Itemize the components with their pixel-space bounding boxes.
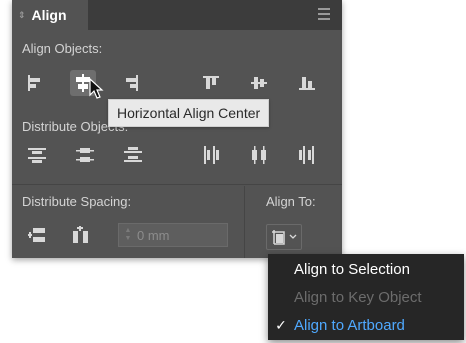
horizontal-distribute-right-button[interactable] (294, 142, 320, 168)
section-divider-vertical (244, 186, 245, 258)
spacing-stepper[interactable]: ▲ ▼ (119, 224, 137, 246)
mouse-cursor-icon (89, 78, 104, 99)
align-panel: ⇕ Align Align Objects: Distribute Object… (12, 0, 342, 258)
menu-item-label: Align to Selection (294, 260, 410, 278)
horizontal-align-right-button[interactable] (118, 70, 144, 96)
horizontal-distribute-left-button[interactable] (198, 142, 224, 168)
vertical-align-top-button[interactable] (198, 70, 224, 96)
align-top-icon (203, 76, 219, 89)
menu-item-label: Align to Key Object (294, 288, 422, 306)
tab-grip-icon[interactable]: ⇕ (18, 10, 26, 20)
vertical-align-center-button[interactable] (246, 70, 272, 96)
distribute-hcenter-icon (252, 146, 266, 164)
section-divider (12, 184, 342, 185)
tooltip: Horizontal Align Center (108, 99, 270, 127)
panel-header: ⇕ Align (12, 0, 342, 30)
distribute-vcenter-icon (76, 148, 94, 162)
distribute-top-icon (28, 148, 46, 163)
distribute-left-icon (204, 146, 219, 164)
menu-item-align-to-artboard[interactable]: ✓ Align to Artboard (268, 311, 464, 339)
align-to-dropdown-button[interactable] (266, 224, 302, 250)
align-objects-label: Align Objects: (22, 41, 103, 56)
align-bottom-icon (299, 77, 315, 90)
tab-title: Align (31, 7, 67, 23)
menu-item-label: Align to Artboard (294, 316, 405, 334)
menu-item-align-to-key-object: Align to Key Object (268, 283, 464, 311)
distribute-spacing-label: Distribute Spacing: (22, 194, 132, 209)
align-left-icon (28, 75, 40, 91)
horizontal-distribute-center-button[interactable] (246, 142, 272, 168)
stepper-down-icon[interactable]: ▼ (125, 235, 132, 243)
chevron-down-icon (289, 234, 297, 239)
distribute-right-icon (299, 146, 314, 164)
vertical-distribute-center-button[interactable] (72, 142, 98, 168)
hamburger-line (318, 13, 330, 15)
align-to-menu: Align to Selection Align to Key Object ✓… (268, 254, 464, 340)
checkmark-icon: ✓ (275, 316, 287, 333)
vertical-align-bottom-button[interactable] (294, 70, 320, 96)
vertical-distribute-space-button[interactable] (24, 222, 50, 248)
align-middle-icon (251, 77, 267, 89)
distribute-spacing-input[interactable] (137, 227, 223, 243)
align-to-label: Align To: (266, 194, 316, 209)
distribute-horizontal-space-icon (73, 226, 88, 243)
horizontal-distribute-space-button[interactable] (68, 222, 94, 248)
stepper-up-icon[interactable]: ▲ (125, 227, 132, 235)
hamburger-line (318, 8, 330, 10)
menu-item-align-to-selection[interactable]: Align to Selection (268, 255, 464, 283)
vertical-distribute-bottom-button[interactable] (120, 142, 146, 168)
artboard-icon (272, 230, 285, 245)
panel-menu-hamburger-icon[interactable] (318, 6, 334, 22)
distribute-spacing-field[interactable]: ▲ ▼ (118, 223, 228, 247)
tab-align[interactable]: ⇕ Align (12, 0, 88, 30)
distribute-bottom-icon (124, 147, 142, 162)
horizontal-align-left-button[interactable] (22, 70, 48, 96)
stage: ⇕ Align Align Objects: Distribute Object… (0, 0, 466, 343)
hamburger-line (318, 18, 330, 20)
distribute-vertical-space-icon (28, 228, 45, 242)
vertical-distribute-top-button[interactable] (24, 142, 50, 168)
align-right-icon (126, 75, 138, 91)
